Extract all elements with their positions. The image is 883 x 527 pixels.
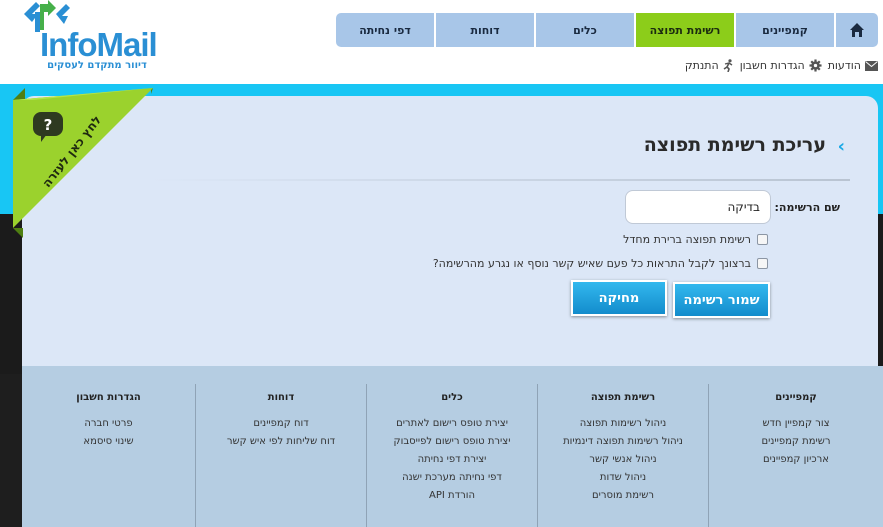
home-icon xyxy=(850,23,864,37)
account-settings-label: הגדרות חשבון xyxy=(739,59,805,72)
footer-col-title: קמפיינים xyxy=(775,392,817,403)
footer-link[interactable]: יצירת דפי נחיתה xyxy=(418,453,487,467)
svg-text:?: ? xyxy=(44,116,53,134)
list-name-label: שם הרשימה: xyxy=(774,201,840,214)
footer-col-mailing-list: רשימת תפוצה ניהול רשימות תפוצה ניהול רשי… xyxy=(537,384,708,527)
footer-col-title: כלים xyxy=(441,392,463,403)
default-list-label: רשימת תפוצה ברירת מחדל xyxy=(623,233,751,246)
nav-tab-mailing-list[interactable]: רשימת תפוצה xyxy=(636,13,734,47)
footer-link[interactable]: רשימת קמפיינים xyxy=(762,435,831,449)
footer-link[interactable]: רשימת מוסרים xyxy=(592,489,654,503)
footer-link[interactable]: דפי נחיתה מערכת ישנה xyxy=(402,471,502,485)
footer-link[interactable]: ניהול רשימות תפוצה xyxy=(580,417,667,431)
logo-tagline: דיוור מתקדם לעסקים xyxy=(47,60,147,71)
nav-tab-landing-pages[interactable]: דפי נחיתה xyxy=(336,13,434,47)
nav-tab-reports[interactable]: דוחות xyxy=(436,13,534,47)
footer-link[interactable]: ארכיון קמפיינים xyxy=(763,453,829,467)
footer-col-title: הגדרות חשבון xyxy=(76,392,141,403)
default-list-row: רשימת תפוצה ברירת מחדל xyxy=(623,233,768,246)
footer-col-reports: דוחות דוח קמפיינים דוח שליחות לפי איש קש… xyxy=(195,384,366,527)
messages-link[interactable]: הודעות xyxy=(828,59,878,72)
delete-button[interactable]: מחיקה xyxy=(571,280,667,316)
footer-link[interactable]: צור קמפיין חדש xyxy=(762,417,829,431)
messages-label: הודעות xyxy=(827,59,861,72)
logout-link[interactable]: התנתק xyxy=(685,59,734,72)
chevron-right-icon: › xyxy=(837,136,845,157)
footer-link[interactable]: ניהול אנשי קשר xyxy=(589,453,656,467)
footer-link[interactable]: ניהול רשימות תפוצה דינמיות xyxy=(563,435,683,449)
help-ribbon[interactable]: ? לחץ כאן לעזרה xyxy=(13,88,153,238)
running-man-icon xyxy=(723,59,733,72)
notify-row: ברצונך לקבל התראות כל פעם שאיש קשר נוסף … xyxy=(433,257,768,270)
envelope-icon xyxy=(865,60,878,71)
gear-icon xyxy=(809,59,822,72)
page-title: עריכת רשימת תפוצה xyxy=(643,134,826,156)
default-list-checkbox[interactable] xyxy=(757,234,768,245)
footer-col-title: רשימת תפוצה xyxy=(590,392,656,403)
nav-tab-campaigns[interactable]: קמפיינים xyxy=(736,13,834,47)
footer-link[interactable]: פרטי חברה xyxy=(84,417,132,431)
title-divider xyxy=(150,179,850,181)
footer-link[interactable]: דוח קמפיינים xyxy=(253,417,308,431)
footer-link[interactable]: הורדת API xyxy=(429,489,475,503)
nav-home-button[interactable] xyxy=(836,13,878,47)
footer-link[interactable]: שינוי סיסמא xyxy=(83,435,133,449)
footer-col-account-settings: הגדרות חשבון פרטי חברה שינוי סיסמא xyxy=(22,384,195,527)
footer-link[interactable]: ניהול שדות xyxy=(600,471,646,485)
footer-col-tools: כלים יצירת טופס רישום לאתרים יצירת טופס … xyxy=(366,384,537,527)
account-settings-link[interactable]: הגדרות חשבון xyxy=(740,59,822,72)
notify-checkbox[interactable] xyxy=(757,258,768,269)
list-name-input[interactable]: בדיקה xyxy=(625,190,771,224)
footer-col-title: דוחות xyxy=(267,392,295,403)
nav-tab-tools[interactable]: כלים xyxy=(536,13,634,47)
notify-label: ברצונך לקבל התראות כל פעם שאיש קשר נוסף … xyxy=(432,257,751,270)
footer-link[interactable]: יצירת טופס רישום לפייסבוק xyxy=(394,435,511,449)
main-nav: קמפיינים רשימת תפוצה כלים דוחות דפי נחית… xyxy=(332,13,878,47)
logout-label: התנתק xyxy=(684,59,719,72)
footer-col-campaigns: קמפיינים צור קמפיין חדש רשימת קמפיינים א… xyxy=(708,384,883,527)
footer-link[interactable]: דוח שליחות לפי איש קשר xyxy=(227,435,335,449)
footer-link[interactable]: יצירת טופס רישום לאתרים xyxy=(396,417,508,431)
save-list-button[interactable]: שמור רשימה xyxy=(673,282,770,318)
infomail-logo[interactable]: InfoMail דיוור מתקדם לעסקים xyxy=(18,0,158,76)
logo-wordmark: InfoMail xyxy=(40,26,158,63)
utility-links: הודעות הגדרות חשבון התנתק xyxy=(685,59,878,72)
